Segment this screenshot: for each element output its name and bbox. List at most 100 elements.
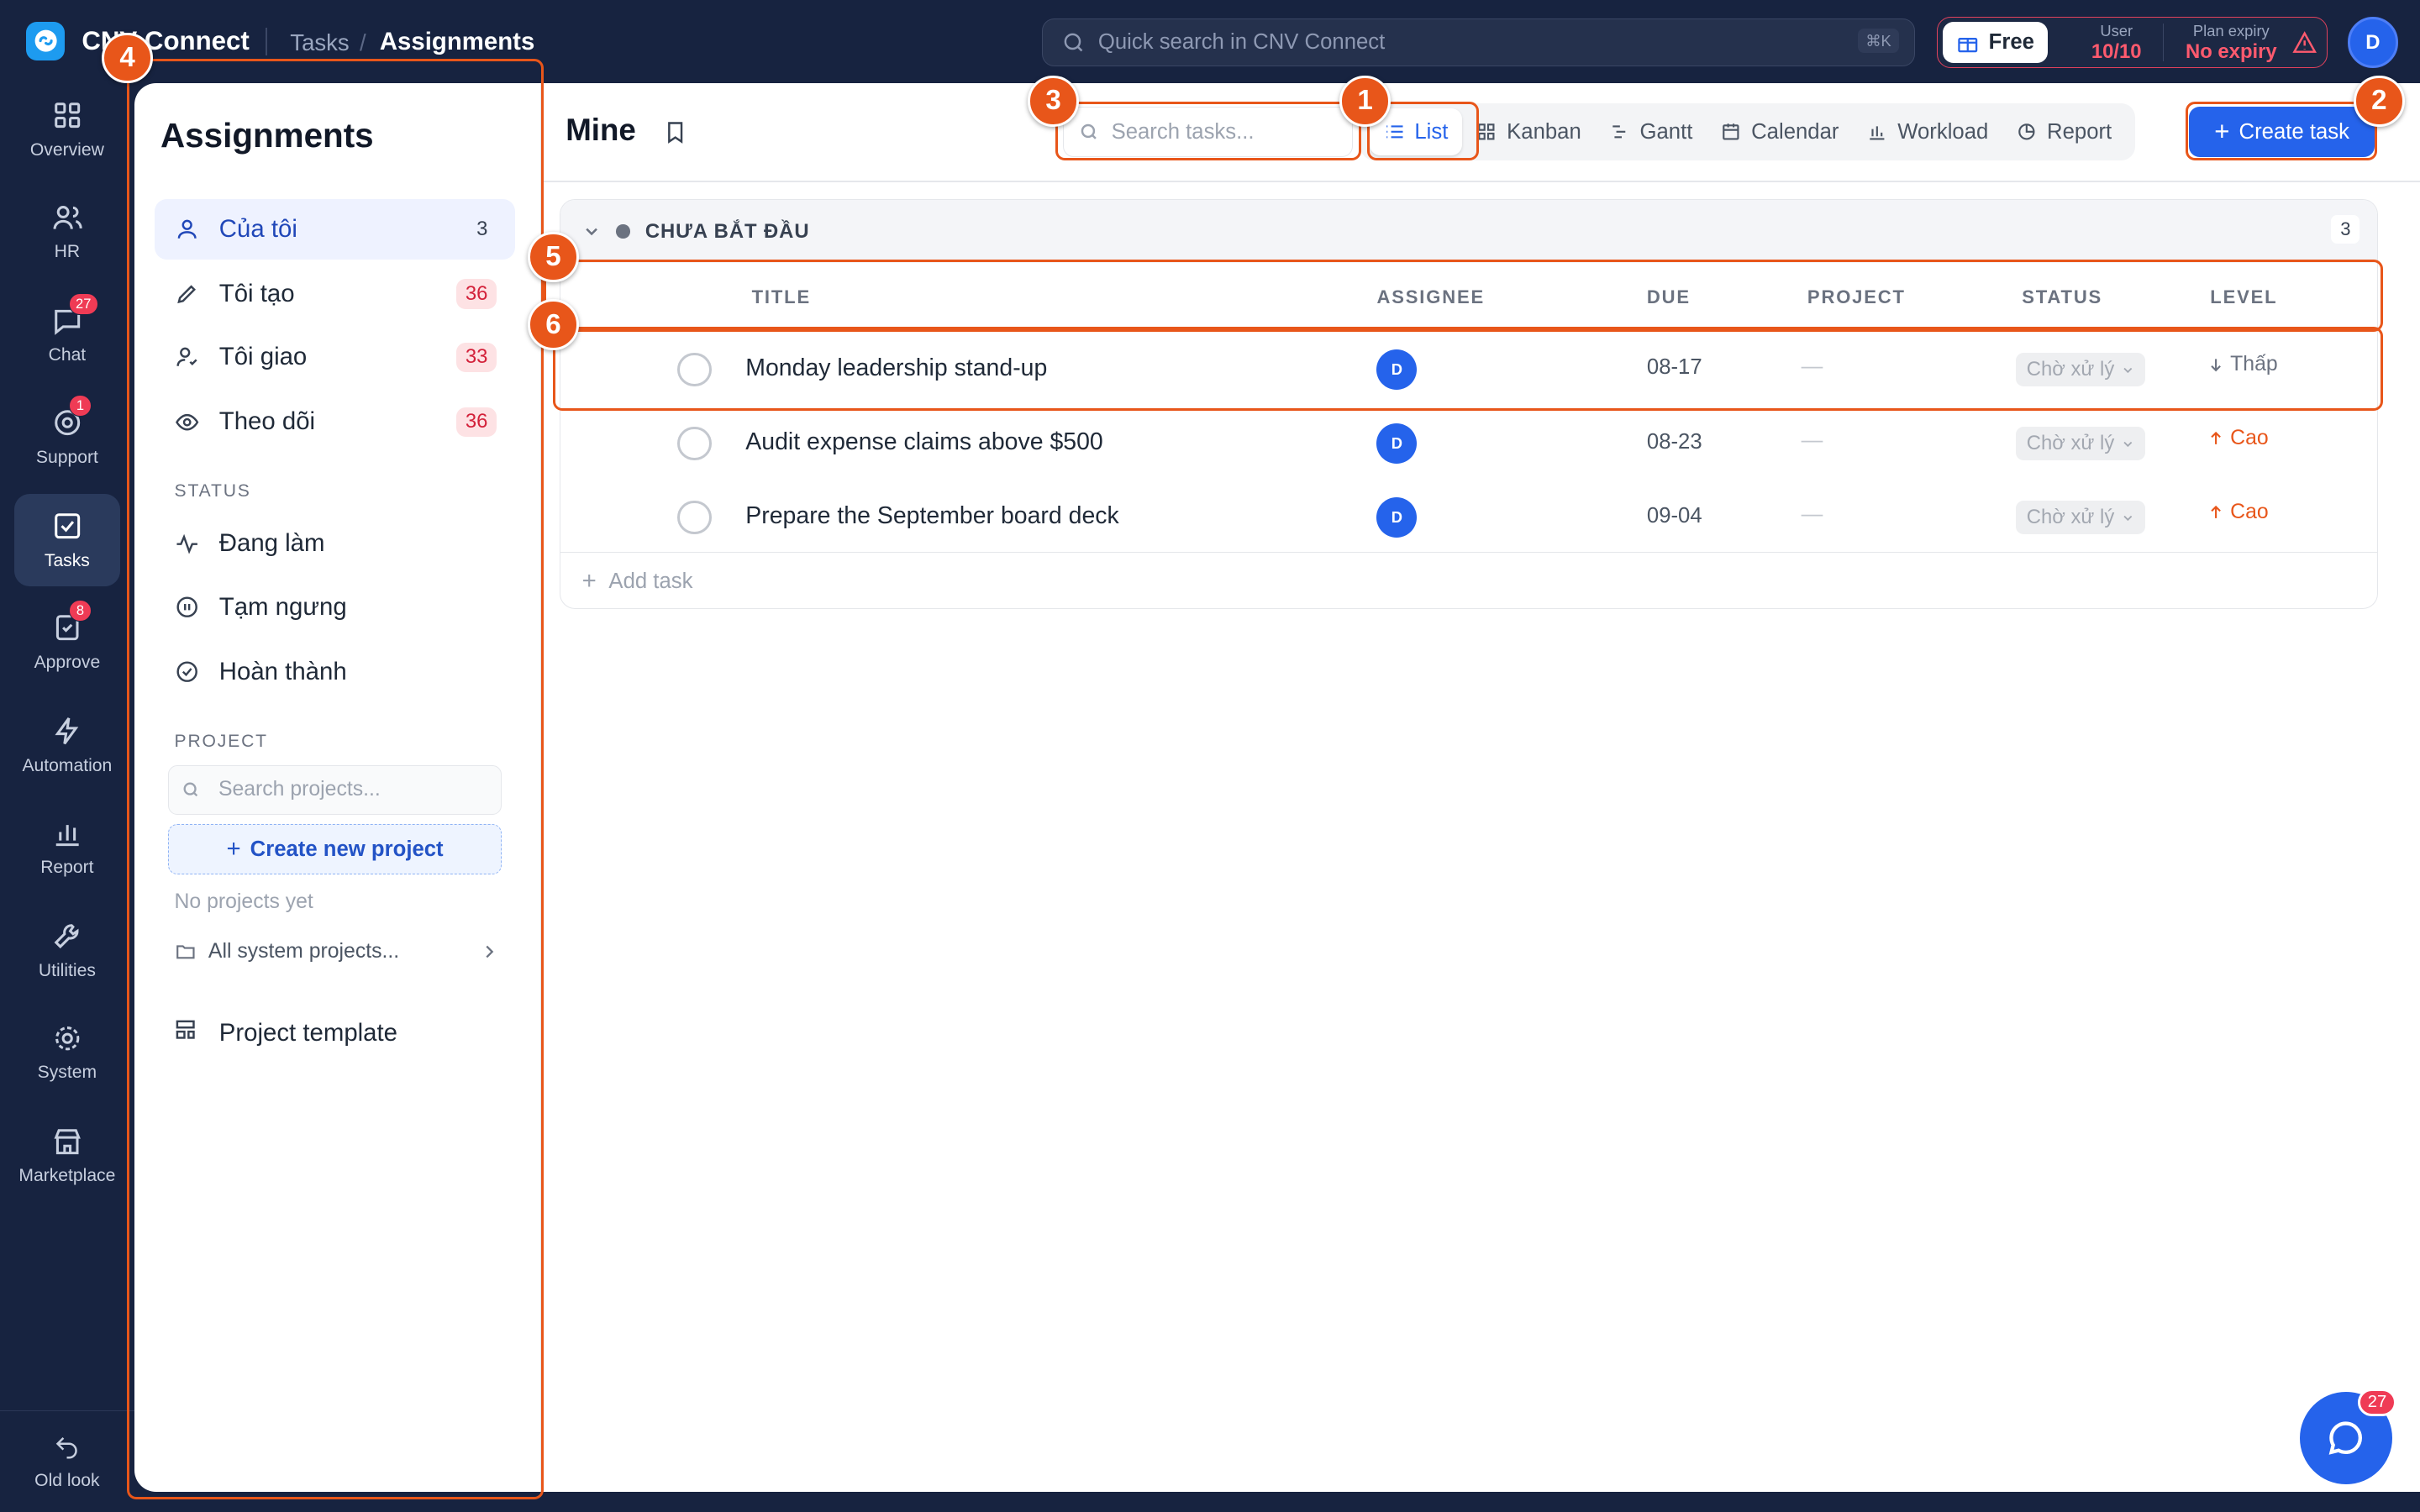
chat-fab-button[interactable]: 27 <box>2299 1389 2397 1484</box>
task-project[interactable]: — <box>1802 354 1823 379</box>
chevron-down-icon[interactable] <box>583 223 600 239</box>
view-tab-label: Gantt <box>1639 119 1693 144</box>
task-level[interactable]: Cao <box>2207 501 2269 524</box>
status-item-done[interactable]: Hoàn thành <box>155 642 516 702</box>
chevron-right-icon <box>486 945 494 958</box>
task-complete-checkbox[interactable] <box>677 352 712 387</box>
view-tab-calendar[interactable]: Calendar <box>1707 108 1853 156</box>
task-check-icon <box>50 509 84 543</box>
assignee-avatar[interactable]: D <box>1376 349 1418 390</box>
calendar-icon <box>1723 123 1739 140</box>
breadcrumb-tasks[interactable]: Tasks <box>290 29 349 56</box>
status-section-title: STATUS <box>174 481 251 501</box>
rail-label: Tasks <box>44 550 90 570</box>
project-search-input[interactable]: Search projects... <box>168 764 502 815</box>
view-tab-report[interactable]: Report <box>2002 108 2126 156</box>
task-due[interactable]: 08-17 <box>1647 355 1702 380</box>
view-tab-gantt[interactable]: Gantt <box>1595 108 1707 156</box>
plan-free-badge[interactable]: Free <box>1942 21 2049 64</box>
task-level[interactable]: Cao <box>2207 427 2269 450</box>
rail-item-marketplace[interactable]: Marketplace <box>14 1110 121 1202</box>
app-logo-icon[interactable] <box>26 21 66 60</box>
search-icon <box>183 782 198 797</box>
rail-item-hr[interactable]: HR <box>14 185 121 277</box>
user-icon <box>173 215 201 243</box>
panel-item-assigned[interactable]: Tôi giao 33 <box>155 327 516 387</box>
column-header-due[interactable]: DUE <box>1647 286 1691 308</box>
plan-status[interactable]: Free User 10/10 Plan expiry No expiry <box>1937 17 2328 68</box>
create-task-button[interactable]: + Create task <box>2189 106 2375 158</box>
view-tab-workload[interactable]: Workload <box>1853 108 2002 156</box>
task-search-placeholder: Search tasks... <box>1111 119 1255 144</box>
rail-item-old-look[interactable]: Old look <box>0 1410 134 1512</box>
callout-marker-5: 5 <box>528 231 579 283</box>
assignments-panel: Assignments Của tôi 3 Tôi tạo 36 Tôi gia… <box>134 83 540 1493</box>
task-project[interactable]: — <box>1802 428 1823 453</box>
plan-expiry-label: Plan expiry <box>2192 21 2270 39</box>
bookmark-icon[interactable] <box>663 118 687 153</box>
rail-item-approve[interactable]: 8 Approve <box>14 596 121 688</box>
task-title[interactable]: Prepare the September board deck <box>745 502 1118 530</box>
rail-item-utilities[interactable]: Utilities <box>14 904 121 996</box>
callout-marker-3: 3 <box>1028 75 1079 127</box>
add-task-button[interactable]: + Add task <box>560 551 2377 609</box>
rail-item-chat[interactable]: 27 Chat <box>14 288 121 381</box>
project-section-title: PROJECT <box>174 731 268 751</box>
rail-label: Support <box>35 447 98 467</box>
task-row[interactable]: Audit expense claims above $500 D 08-23 … <box>560 407 2377 480</box>
status-item-in-progress[interactable]: Đang làm <box>155 514 516 575</box>
rail-item-automation[interactable]: Automation <box>14 699 121 791</box>
gear-icon <box>50 1021 84 1055</box>
task-status-select[interactable]: Chờ xử lý <box>2015 501 2145 535</box>
rail-label: HR <box>54 242 81 262</box>
rail-label: Approve <box>34 652 101 672</box>
task-complete-checkbox[interactable] <box>677 426 712 461</box>
callout-marker-4: 4 <box>102 32 153 84</box>
task-title[interactable]: Monday leadership stand-up <box>745 354 1047 382</box>
assignee-avatar[interactable]: D <box>1376 497 1418 538</box>
view-tab-kanban[interactable]: Kanban <box>1462 108 1595 156</box>
rail-item-tasks[interactable]: Tasks <box>13 493 121 586</box>
task-row[interactable]: Prepare the September board deck D 09-04… <box>560 480 2377 554</box>
template-icon <box>173 1017 201 1048</box>
task-level-label: Thấp <box>2230 352 2278 375</box>
view-tab-label: Calendar <box>1751 119 1839 144</box>
task-project[interactable]: — <box>1802 502 1823 527</box>
rail-label: Overview <box>29 140 104 160</box>
rail-item-system[interactable]: System <box>14 1006 121 1099</box>
all-system-projects-link[interactable]: All system projects... <box>175 940 499 963</box>
status-item-paused[interactable]: Tạm ngưng <box>155 577 516 638</box>
task-complete-checkbox[interactable] <box>677 501 712 535</box>
panel-item-following[interactable]: Theo dõi 36 <box>155 392 516 453</box>
task-status-select[interactable]: Chờ xử lý <box>2015 426 2145 461</box>
group-header[interactable]: CHƯA BẮT ĐẦU 3 <box>560 199 2377 264</box>
task-search-input[interactable]: Search tasks... <box>1062 106 1353 158</box>
task-row[interactable]: Monday leadership stand-up D 08-17 — Chờ… <box>560 333 2377 407</box>
panel-item-mine[interactable]: Của tôi 3 <box>154 198 516 260</box>
user-avatar[interactable]: D <box>2347 17 2399 68</box>
assignee-avatar[interactable]: D <box>1376 423 1418 464</box>
approve-icon: 8 <box>50 600 92 644</box>
task-due[interactable]: 08-23 <box>1647 430 1702 454</box>
global-search-input[interactable]: Quick search in CNV Connect ⌘K <box>1041 18 1916 66</box>
task-status-select[interactable]: Chờ xử lý <box>2015 352 2145 387</box>
search-icon <box>1081 123 1097 139</box>
rail-item-overview[interactable]: Overview <box>14 83 121 176</box>
task-level[interactable]: Thấp <box>2207 353 2278 376</box>
panel-item-count: 36 <box>455 407 497 437</box>
column-header-title[interactable]: TITLE <box>752 286 811 308</box>
column-header-assignee[interactable]: ASSIGNEE <box>1376 286 1485 308</box>
column-header-status[interactable]: STATUS <box>2022 286 2102 308</box>
column-header-level[interactable]: LEVEL <box>2210 286 2277 308</box>
rail-item-support[interactable]: 1 Support <box>14 391 121 483</box>
create-project-button[interactable]: + Create new project <box>168 823 502 875</box>
project-template-link[interactable]: Project template <box>155 1003 516 1063</box>
panel-item-created[interactable]: Tôi tạo 36 <box>155 264 516 324</box>
breadcrumb-divider <box>265 28 267 56</box>
task-due[interactable]: 09-04 <box>1647 504 1702 528</box>
task-title[interactable]: Audit expense claims above $500 <box>745 428 1103 456</box>
column-header-project[interactable]: PROJECT <box>1807 286 1906 308</box>
status-item-label: Tạm ngưng <box>218 592 347 621</box>
rail-item-report[interactable]: Report <box>14 801 121 893</box>
chat-icon: 27 <box>50 292 98 338</box>
